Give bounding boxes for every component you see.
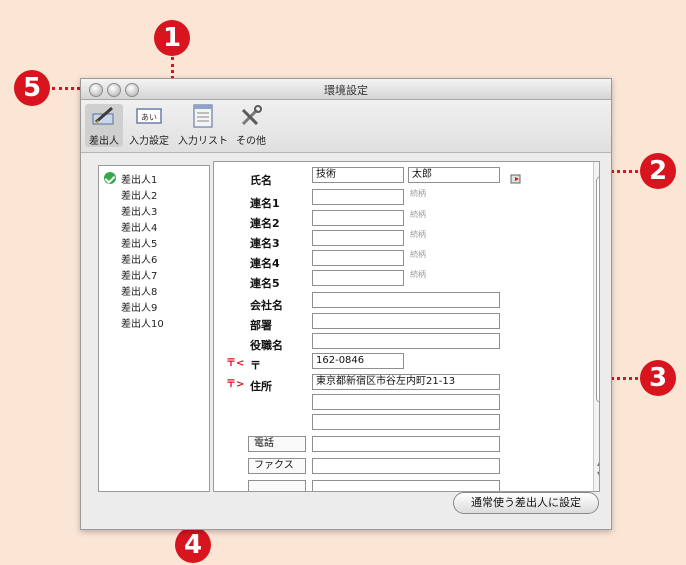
postal-lookup-icon[interactable]: 〒< (226, 354, 244, 369)
company-label: 会社名 (250, 299, 283, 312)
phone-field[interactable] (312, 436, 500, 452)
joint-name-1-field[interactable] (312, 189, 404, 205)
extra-field[interactable] (312, 480, 500, 491)
joint-name-2-field[interactable] (312, 210, 404, 226)
address-line-1-field[interactable]: 東京都新宿区市谷左内町21-13 (312, 374, 500, 390)
scroll-down-icon[interactable]: ▼ (597, 470, 599, 479)
honorific-hint-2: 続柄 (410, 210, 426, 219)
job-title-label: 役職名 (250, 339, 283, 352)
list-item[interactable]: 差出人8 (121, 283, 157, 298)
last-name-field[interactable]: 技術 (312, 167, 404, 183)
sender-detail-form: 氏名 技術 太郎 連名1 続柄 連名2 続柄 連名3 続柄 連名4 続柄 連名5… (213, 161, 600, 492)
list-item[interactable]: 差出人5 (121, 235, 157, 250)
joint-name-3-field[interactable] (312, 230, 404, 246)
sender-list: 差出人1 差出人2 差出人3 差出人4 差出人5 差出人6 差出人7 差出人8 … (98, 165, 210, 492)
name-label: 氏名 (250, 174, 272, 187)
job-title-field[interactable] (312, 333, 500, 349)
fax-label-box[interactable]: ファクス (248, 458, 306, 474)
department-label: 部署 (250, 319, 272, 332)
tab-sender-label: 差出人 (89, 136, 119, 147)
list-item[interactable]: 差出人6 (121, 251, 157, 266)
window-title: 環境設定 (324, 84, 368, 97)
company-field[interactable] (312, 292, 500, 308)
phone-label-box[interactable]: 電話 (248, 436, 306, 452)
set-default-sender-button[interactable]: 通常使う差出人に設定 (453, 492, 599, 514)
tab-other-label: その他 (236, 136, 266, 147)
joint-name-5-label: 連名5 (250, 277, 280, 290)
list-item[interactable]: 差出人7 (121, 267, 157, 282)
tools-icon (237, 104, 265, 128)
joint-name-1-label: 連名1 (250, 197, 280, 210)
joint-name-2-label: 連名2 (250, 217, 280, 230)
joint-name-3-label: 連名3 (250, 237, 280, 250)
joint-name-5-field[interactable] (312, 270, 404, 286)
toolbar: 差出人 あい 入力設定 入力リスト その他 (81, 100, 611, 153)
callout-1: 1 (154, 20, 190, 56)
postal-label: 〒 (250, 359, 261, 372)
input-field-icon: あい (135, 104, 163, 128)
honorific-hint-5: 続柄 (410, 270, 426, 279)
list-item[interactable]: 差出人10 (121, 315, 164, 330)
svg-text:あい: あい (141, 113, 157, 122)
postal-code-field[interactable]: 162-0846 (312, 353, 404, 369)
callout-2: 2 (640, 153, 676, 189)
fax-field[interactable] (312, 458, 500, 474)
checkmark-icon (104, 172, 116, 184)
first-name-field[interactable]: 太郎 (408, 167, 500, 183)
list-item[interactable]: 差出人9 (121, 299, 157, 314)
honorific-hint-3: 続柄 (410, 230, 426, 239)
tab-sender[interactable]: 差出人 (85, 104, 123, 147)
list-item[interactable]: 差出人3 (121, 203, 157, 218)
tab-input-list-label: 入力リスト (178, 136, 228, 147)
honorific-hint-4: 続柄 (410, 250, 426, 259)
tab-other[interactable]: その他 (233, 104, 269, 147)
callout-5: 5 (14, 70, 50, 106)
callout-1-leader (171, 57, 174, 79)
callout-3: 3 (640, 360, 676, 396)
list-window-icon (189, 104, 217, 128)
address-line-2-field[interactable] (312, 394, 500, 410)
scrollbar[interactable]: ▲ ▼ (593, 162, 599, 491)
callout-4: 4 (175, 527, 211, 563)
extra-label-box[interactable] (248, 480, 306, 491)
list-item[interactable]: 差出人1 (121, 171, 157, 186)
scroll-up-icon[interactable]: ▲ (597, 458, 599, 467)
title-bar[interactable]: 環境設定 (81, 79, 611, 100)
address-lookup-icon[interactable]: 〒> (226, 375, 244, 390)
list-item[interactable]: 差出人2 (121, 187, 157, 202)
address-label: 住所 (250, 380, 272, 393)
honorific-hint-1: 続柄 (410, 189, 426, 198)
joint-name-4-field[interactable] (312, 250, 404, 266)
address-line-3-field[interactable] (312, 414, 500, 430)
list-item[interactable]: 差出人4 (121, 219, 157, 234)
name-options-icon[interactable] (510, 170, 522, 189)
preferences-window: 環境設定 差出人 あい 入力設定 入力リスト その他 差出人1 差出人2 差出人… (80, 78, 612, 530)
tab-input-list[interactable]: 入力リスト (174, 104, 232, 147)
department-field[interactable] (312, 313, 500, 329)
tab-input-settings-label: 入力設定 (129, 136, 169, 147)
pen-icon (90, 104, 118, 128)
scrollbar-thumb[interactable] (596, 176, 599, 403)
tab-input-settings[interactable]: あい 入力設定 (125, 104, 173, 147)
joint-name-4-label: 連名4 (250, 257, 280, 270)
